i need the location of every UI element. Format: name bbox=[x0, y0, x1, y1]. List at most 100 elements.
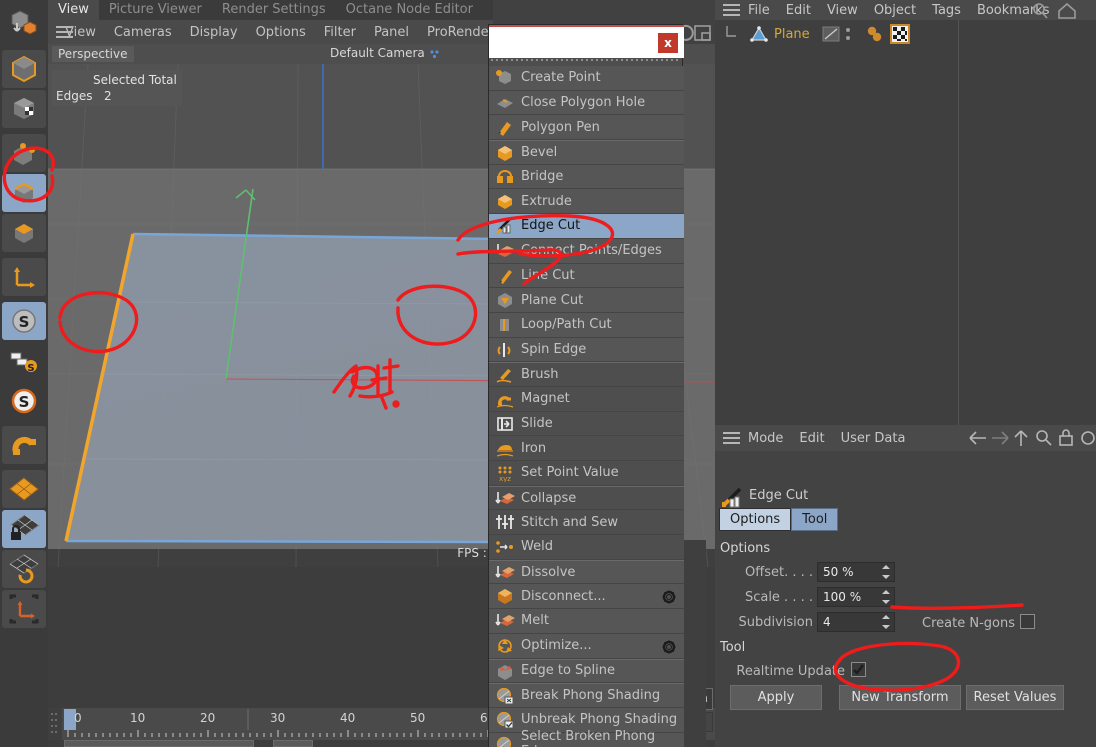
left-tool-snap-toggle[interactable] bbox=[2, 426, 46, 464]
left-tool-workplane[interactable] bbox=[2, 470, 46, 508]
am-menu-user-data[interactable]: User Data bbox=[833, 431, 914, 446]
am-menu-edit[interactable]: Edit bbox=[791, 431, 832, 446]
tool-title: Edge Cut bbox=[749, 488, 809, 503]
menu-item-iron[interactable]: Iron bbox=[489, 436, 684, 461]
texture-tag-icon[interactable] bbox=[889, 24, 910, 44]
timeline-field-mid[interactable] bbox=[273, 740, 313, 747]
left-toolbar: S S S bbox=[0, 0, 48, 747]
left-tool-texture-mode[interactable] bbox=[2, 90, 46, 128]
menu-item-edge-cut[interactable]: Edge Cut bbox=[489, 214, 684, 239]
menu-item-brush[interactable]: Brush bbox=[489, 362, 684, 387]
attribute-manager-hamburger-icon[interactable] bbox=[723, 432, 740, 444]
polygons-mode-icon bbox=[15, 224, 33, 243]
menu-item-extrude[interactable]: Extrude bbox=[489, 189, 684, 215]
menu-item-bevel[interactable]: Bevel bbox=[489, 140, 684, 165]
left-tool-edges-mode[interactable] bbox=[2, 174, 46, 212]
offset-stepper[interactable] bbox=[879, 564, 893, 580]
line-cut-icon bbox=[495, 267, 515, 285]
viewport-menu-cameras[interactable]: Cameras bbox=[105, 25, 181, 40]
new-transform-button[interactable]: New Transform bbox=[839, 685, 961, 710]
menu-item-disconnect[interactable]: Disconnect... bbox=[489, 584, 684, 610]
popup-title-bar[interactable]: x bbox=[489, 25, 684, 58]
apply-button[interactable]: Apply bbox=[730, 685, 822, 710]
menu-item-melt[interactable]: Melt bbox=[489, 609, 684, 634]
object-name-plane[interactable]: Plane bbox=[774, 27, 810, 42]
left-tool-lock-workplane[interactable] bbox=[2, 510, 46, 548]
menu-item-optimize[interactable]: Optimize... bbox=[489, 633, 684, 659]
subdivision-stepper[interactable] bbox=[879, 614, 893, 630]
menu-item-polygon-pen[interactable]: Polygon Pen bbox=[489, 115, 684, 141]
am-menu-mode[interactable]: Mode bbox=[740, 431, 791, 446]
viewport-menu-filter[interactable]: Filter bbox=[315, 25, 365, 40]
left-tool-enable-axis[interactable]: S bbox=[2, 302, 46, 340]
popup-scroll-region[interactable] bbox=[684, 540, 706, 747]
close-button[interactable]: x bbox=[658, 33, 678, 53]
menu-item-stitch-and-sew[interactable]: Stitch and Sew bbox=[489, 510, 684, 536]
gear-icon[interactable] bbox=[662, 589, 676, 608]
menu-item-set-point-value[interactable]: xyz Set Point Value bbox=[489, 461, 684, 486]
menu-item-create-point[interactable]: Create Point bbox=[489, 66, 684, 91]
visibility-dots-icon[interactable] bbox=[843, 26, 853, 42]
om-menu-edit[interactable]: Edit bbox=[778, 3, 819, 18]
menu-item-edge-to-spline[interactable]: Edge to Spline bbox=[489, 658, 684, 684]
set-point-value-icon: xyz bbox=[495, 464, 515, 483]
menu-item-loop-path-cut[interactable]: Loop/Path Cut bbox=[489, 312, 684, 338]
left-tool-world-axis[interactable]: S bbox=[2, 382, 46, 420]
app-menu-render-settings[interactable]: Render Settings bbox=[212, 0, 336, 20]
menu-item-plane-cut[interactable]: Plane Cut bbox=[489, 288, 684, 313]
subdivision-field[interactable]: 4 bbox=[817, 612, 895, 632]
viewport-menu-options[interactable]: Options bbox=[247, 25, 315, 40]
material-tag-icon[interactable] bbox=[865, 25, 887, 43]
left-tool-polygons-mode[interactable] bbox=[2, 214, 46, 252]
scale-stepper[interactable] bbox=[879, 589, 893, 605]
search-icon[interactable] bbox=[1030, 2, 1052, 20]
om-menu-file[interactable]: File bbox=[740, 3, 778, 18]
menu-item-weld[interactable]: Weld bbox=[489, 535, 684, 560]
menu-item-magnet[interactable]: Magnet bbox=[489, 386, 684, 412]
connect-points-edges-icon bbox=[495, 242, 515, 260]
realtime-update-label: Realtime Update bbox=[736, 664, 845, 679]
viewport-menu-display[interactable]: Display bbox=[181, 25, 247, 40]
left-tool-model-mode[interactable] bbox=[2, 50, 46, 88]
menu-item-break-phong-shading[interactable]: Break Phong Shading bbox=[489, 683, 684, 708]
menu-item-bridge[interactable]: Bridge bbox=[489, 164, 684, 190]
menu-item-spin-edge[interactable]: Spin Edge bbox=[489, 337, 684, 363]
realtime-update-checkbox[interactable] bbox=[851, 662, 866, 677]
app-menu-picture-viewer[interactable]: Picture Viewer bbox=[99, 0, 212, 20]
home-icon[interactable] bbox=[1056, 2, 1078, 20]
om-menu-tags[interactable]: Tags bbox=[924, 3, 969, 18]
om-menu-view[interactable]: View bbox=[819, 3, 866, 18]
object-manager-tree[interactable]: Plane bbox=[715, 20, 1096, 425]
om-menu-object[interactable]: Object bbox=[866, 3, 924, 18]
left-tool-points-mode[interactable] bbox=[2, 134, 46, 172]
left-tool-planar-workplane[interactable] bbox=[2, 590, 46, 628]
popup-gripper[interactable] bbox=[491, 59, 682, 65]
gear-icon[interactable] bbox=[662, 639, 676, 658]
reset-values-button[interactable]: Reset Values bbox=[966, 685, 1064, 710]
menu-item-select-broken-phong-edges[interactable]: Select Broken Phong Edges bbox=[489, 729, 684, 747]
object-manager-hamburger-icon[interactable] bbox=[723, 4, 740, 16]
app-menu-view[interactable]: View bbox=[48, 0, 99, 20]
menu-item-line-cut[interactable]: Line Cut bbox=[489, 263, 684, 289]
scale-value: 100 % bbox=[823, 590, 862, 604]
menu-item-slide[interactable]: Slide bbox=[489, 411, 684, 437]
menu-item-collapse[interactable]: Collapse bbox=[489, 485, 684, 511]
offset-field[interactable]: 50 % bbox=[817, 562, 895, 582]
tab-tool[interactable]: Tool bbox=[791, 508, 839, 531]
left-tool-workplane-rotate[interactable] bbox=[2, 550, 46, 588]
create-ngons-checkbox[interactable] bbox=[1020, 614, 1035, 629]
viewport-menu-panel[interactable]: Panel bbox=[365, 25, 418, 40]
object-row-plane[interactable]: Plane bbox=[715, 23, 1096, 45]
menu-item-dissolve[interactable]: Dissolve bbox=[489, 559, 684, 585]
select-broken-phong-edges-icon bbox=[495, 736, 515, 747]
timeline-field-left[interactable] bbox=[64, 740, 254, 747]
scale-field[interactable]: 100 % bbox=[817, 587, 895, 607]
left-tool-axis-mode[interactable] bbox=[2, 258, 46, 296]
tab-options[interactable]: Options bbox=[719, 508, 792, 531]
visibility-toggle-icon[interactable] bbox=[822, 26, 840, 42]
left-tool-object-axis[interactable]: S bbox=[2, 342, 46, 380]
menu-item-connect-points-edges[interactable]: Connect Points/Edges bbox=[489, 238, 684, 264]
app-menu-octane-node-editor[interactable]: Octane Node Editor bbox=[336, 0, 483, 20]
menu-item-close-polygon-hole[interactable]: Close Polygon Hole bbox=[489, 90, 684, 116]
left-tool-top-icon[interactable] bbox=[2, 2, 46, 44]
